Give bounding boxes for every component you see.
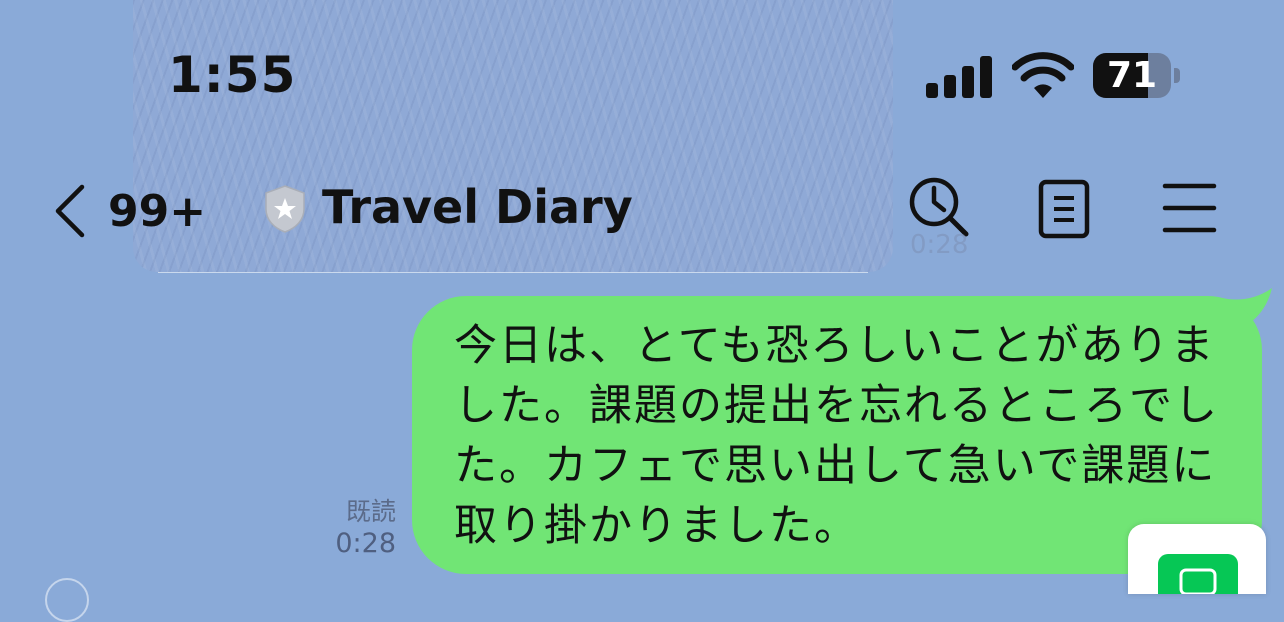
status-time: 1:55 — [168, 46, 297, 104]
battery-indicator: 71 — [1093, 53, 1180, 98]
message-time: 0:28 — [335, 528, 396, 559]
cellular-signal-icon — [926, 54, 992, 98]
unread-count: 99+ — [108, 185, 207, 237]
header-divider — [158, 272, 868, 273]
notes-button[interactable] — [1030, 172, 1102, 244]
menu-icon — [1162, 183, 1217, 233]
partial-avatar — [45, 578, 89, 622]
shield-star-icon — [265, 185, 305, 233]
chevron-left-icon — [55, 184, 85, 238]
battery-tip — [1174, 68, 1180, 83]
obscured-timestamp: 0:28 — [910, 230, 969, 260]
read-receipt: 既読 — [345, 497, 396, 526]
wifi-icon — [1012, 52, 1074, 98]
notes-icon — [1038, 179, 1090, 239]
battery-percent: 71 — [1106, 55, 1158, 96]
message-text: 今日は、とても恐ろしいことがありました。課題の提出を忘れるところでした。カフェで… — [454, 321, 1219, 551]
app-icon — [1158, 554, 1238, 594]
chat-title: Travel Diary — [322, 180, 633, 234]
back-button[interactable]: 99+ — [50, 178, 220, 244]
menu-button[interactable] — [1156, 172, 1228, 244]
